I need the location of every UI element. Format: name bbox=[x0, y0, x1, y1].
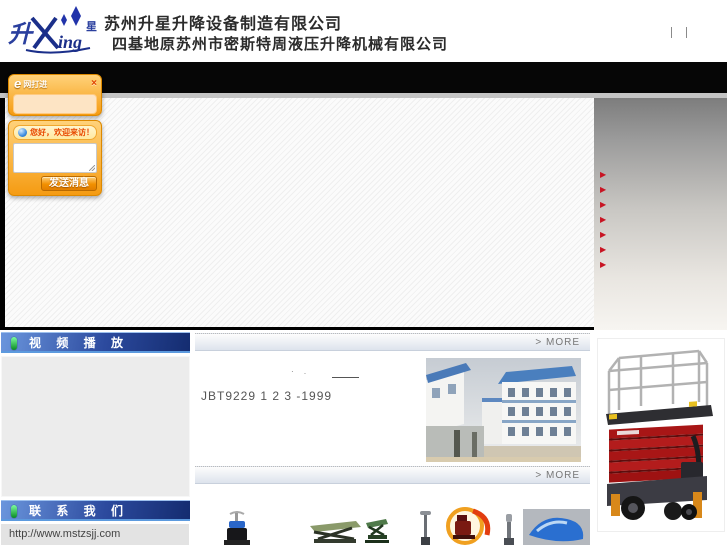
menu-arrow-icon[interactable]: ▶ bbox=[600, 242, 606, 257]
product-thumbnail[interactable] bbox=[364, 517, 390, 545]
chat-header-box: e 网打进 × bbox=[8, 74, 102, 116]
contact-section-title: 联 系 我 们 bbox=[29, 504, 130, 518]
video-section-bar: 视 频 播 放 bbox=[1, 332, 190, 353]
chat-body-box: 您好，欢迎来访！ 发送消息 bbox=[8, 120, 102, 196]
close-icon[interactable]: × bbox=[91, 79, 97, 89]
company-logo: 升 ing 星 bbox=[8, 6, 97, 54]
menu-arrow-icon[interactable]: ▶ bbox=[600, 227, 606, 242]
site-url[interactable]: http://www.mstzsjj.com bbox=[1, 524, 189, 545]
video-section-title: 视 频 播 放 bbox=[29, 336, 130, 350]
product-photo-box bbox=[597, 338, 725, 532]
site-header: 升 ing 星 苏州升星升降设备制造有限公司 四基地原苏州市密斯特周液压升降机械… bbox=[0, 0, 727, 62]
menu-arrow-icon[interactable]: ▶ bbox=[600, 182, 606, 197]
product-thumbnail[interactable] bbox=[523, 509, 590, 545]
svg-text:星: 星 bbox=[86, 20, 97, 33]
menu-arrow-icon[interactable]: ▶ bbox=[600, 257, 606, 272]
page: { "header": { "logo": { "glyph_sheng": "… bbox=[0, 0, 727, 545]
chat-header: e 网打进 × bbox=[9, 75, 101, 92]
svg-text:升: 升 bbox=[8, 21, 35, 48]
chat-title: 网打进 bbox=[23, 79, 48, 89]
menu-arrow-icon[interactable]: ▶ bbox=[600, 212, 606, 227]
products-section-bar: > MORE bbox=[195, 466, 590, 484]
product-thumbnail[interactable] bbox=[443, 507, 493, 545]
contact-section-bar: 联 系 我 们 bbox=[1, 500, 190, 521]
send-message-button[interactable]: 发送消息 bbox=[41, 176, 97, 191]
chat-message-input[interactable] bbox=[13, 143, 97, 173]
banner-sidebar: ▶ ▶ ▶ ▶ ▶ ▶ ▶ bbox=[594, 98, 727, 330]
factory-photo[interactable] bbox=[426, 358, 581, 462]
news-item-link[interactable]: JBT9229 1 2 3 -1999 bbox=[201, 389, 332, 403]
text-fragment: · . bbox=[291, 367, 311, 376]
banner-menu: ▶ ▶ ▶ ▶ ▶ ▶ ▶ bbox=[600, 167, 606, 272]
product-thumbnail[interactable] bbox=[418, 511, 433, 545]
section-bullet-icon bbox=[11, 505, 17, 518]
header-separator bbox=[686, 27, 687, 38]
header-separator bbox=[671, 27, 672, 38]
e-logo-icon: e bbox=[14, 76, 22, 91]
menu-arrow-icon[interactable]: ▶ bbox=[600, 197, 606, 212]
chat-greeting: 您好，欢迎来访！ bbox=[13, 125, 97, 140]
product-thumbnail[interactable] bbox=[502, 514, 516, 545]
product-thumbnail[interactable] bbox=[222, 511, 252, 545]
svg-text:ing: ing bbox=[58, 32, 82, 52]
company-name-line1: 苏州升星升降设备制造有限公司 bbox=[104, 16, 343, 33]
products-more-link[interactable]: > MORE bbox=[535, 470, 580, 481]
video-player-box[interactable] bbox=[1, 356, 190, 497]
section-bullet-icon bbox=[11, 337, 17, 350]
nav-bar bbox=[0, 62, 727, 93]
news-more-link[interactable]: > MORE bbox=[535, 337, 580, 348]
text-fragment-line bbox=[332, 377, 359, 378]
globe-icon bbox=[18, 128, 27, 137]
chat-footer: 发送消息 bbox=[13, 176, 97, 191]
menu-arrow-icon[interactable]: ▶ bbox=[600, 167, 606, 182]
product-thumbnail[interactable] bbox=[306, 519, 362, 545]
banner-area: ▶ ▶ ▶ ▶ ▶ ▶ ▶ bbox=[0, 93, 727, 330]
resize-handle-icon[interactable] bbox=[89, 165, 95, 171]
news-section-bar: > MORE bbox=[195, 333, 590, 351]
chat-greeting-text: 您好，欢迎来访！ bbox=[30, 128, 94, 137]
chat-banner-panel bbox=[13, 94, 97, 114]
scissor-lift-photo[interactable] bbox=[601, 344, 719, 524]
chat-input-wrap bbox=[13, 143, 97, 173]
company-name-line2: 四基地原苏州市密斯特周液压升降机械有限公司 bbox=[112, 36, 449, 53]
chat-widget: e 网打进 × 您好，欢迎来访！ 发送消息 bbox=[8, 74, 102, 196]
